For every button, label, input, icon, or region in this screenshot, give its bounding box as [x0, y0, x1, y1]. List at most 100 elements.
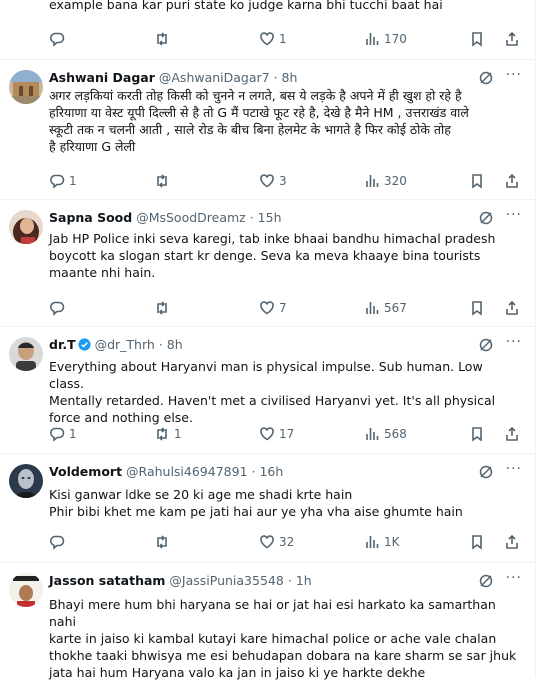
reply-icon	[50, 301, 65, 316]
tweet-text: अगर लड़कियां करती तोह किसी को चुनने न लग…	[49, 88, 469, 154]
tweet-header: Sapna Sood @MsSoodDreamz · 15h	[49, 210, 282, 226]
share-button[interactable]	[504, 424, 520, 444]
like-button[interactable]: 1	[259, 29, 287, 49]
avatar[interactable]	[9, 573, 43, 607]
user-handle[interactable]: @JassiPunia35548	[169, 573, 283, 588]
grok-icon[interactable]	[478, 573, 494, 589]
bookmark-button[interactable]	[469, 424, 485, 444]
retweet-button[interactable]	[154, 171, 174, 191]
timestamp[interactable]: · 15h	[250, 210, 282, 225]
views-icon	[366, 302, 379, 314]
display-name[interactable]: Jasson satatham	[49, 573, 165, 588]
retweet-button[interactable]	[154, 532, 174, 552]
heart-icon	[260, 32, 274, 46]
tweet-text: Bhayi mere hum bhi haryana se hai or jat…	[49, 597, 517, 680]
tweet[interactable]: Jasson satatham @JassiPunia35548 · 1h ··…	[0, 563, 536, 680]
display-name[interactable]: dr.T	[49, 337, 76, 352]
user-handle[interactable]: @dr_Thrh	[95, 337, 155, 352]
reply-button[interactable]	[49, 29, 69, 49]
like-button[interactable]: 32	[259, 532, 294, 552]
user-handle[interactable]: @Rahulsi46947891	[126, 464, 248, 479]
tweet-text: example bana kar puri state ko judge kar…	[49, 0, 443, 12]
reply-count: 1	[69, 174, 77, 188]
share-button[interactable]	[504, 171, 520, 191]
tweet-header: Ashwani Dagar @AshwaniDagar7 · 8h	[49, 70, 297, 86]
tweet[interactable]: Ashwani Dagar @AshwaniDagar7 · 8h ··· अग…	[0, 60, 536, 200]
tweet-actions: 1 1 17 568	[49, 424, 519, 444]
reply-icon	[50, 427, 65, 442]
share-icon	[506, 173, 518, 188]
reply-button[interactable]: 1	[49, 171, 77, 191]
bookmark-button[interactable]	[469, 171, 485, 191]
user-handle[interactable]: @AshwaniDagar7	[159, 70, 270, 85]
tweet[interactable]: Voldemort @Rahulsi46947891 · 16h ··· Kis…	[0, 454, 536, 563]
heart-icon	[260, 427, 274, 441]
like-button[interactable]: 7	[259, 298, 287, 318]
more-icon[interactable]: ···	[506, 570, 522, 586]
bookmark-icon	[472, 174, 482, 189]
reply-button[interactable]	[49, 532, 69, 552]
views-button[interactable]: 567	[364, 298, 407, 318]
share-icon	[506, 426, 518, 441]
views-count: 1K	[384, 535, 400, 549]
retweet-count: 1	[174, 427, 182, 441]
views-button[interactable]: 1K	[364, 532, 400, 552]
retweet-button[interactable]	[154, 29, 174, 49]
share-icon	[506, 534, 518, 549]
retweet-icon	[157, 535, 167, 549]
display-name[interactable]: Ashwani Dagar	[49, 70, 155, 85]
more-icon[interactable]: ···	[506, 207, 522, 223]
grok-icon[interactable]	[478, 464, 494, 480]
views-button[interactable]: 170	[364, 29, 407, 49]
share-button[interactable]	[504, 29, 520, 49]
bookmark-button[interactable]	[469, 298, 485, 318]
views-button[interactable]: 320	[364, 171, 407, 191]
heart-icon	[260, 301, 274, 315]
heart-icon	[260, 174, 274, 188]
grok-icon[interactable]	[478, 70, 494, 86]
views-icon	[366, 428, 379, 440]
tweet[interactable]: dr.T @dr_Thrh · 8h ··· Everything about …	[0, 327, 536, 454]
like-button[interactable]: 3	[259, 171, 287, 191]
share-button[interactable]	[504, 298, 520, 318]
user-handle[interactable]: @MsSoodDreamz	[136, 210, 246, 225]
share-button[interactable]	[504, 532, 520, 552]
tweet-top-partial[interactable]: example bana kar puri state ko judge kar…	[0, 0, 536, 60]
timestamp[interactable]: · 8h	[159, 337, 183, 352]
retweet-button[interactable]: 1	[154, 424, 182, 444]
views-button[interactable]: 568	[364, 424, 407, 444]
bookmark-icon	[472, 427, 482, 442]
tweet-text: Kisi ganwar ldke se 20 ki age me shadi k…	[49, 487, 463, 519]
reply-icon	[50, 174, 65, 189]
reply-button[interactable]	[49, 298, 69, 318]
more-icon[interactable]: ···	[506, 334, 522, 350]
avatar[interactable]	[9, 210, 43, 244]
avatar[interactable]	[9, 464, 43, 498]
grok-icon[interactable]	[478, 210, 494, 226]
timestamp[interactable]: · 16h	[252, 464, 284, 479]
grok-icon[interactable]	[478, 337, 494, 353]
tweet-header: dr.T @dr_Thrh · 8h	[49, 337, 183, 353]
more-icon[interactable]: ···	[506, 461, 522, 477]
bookmark-button[interactable]	[469, 532, 485, 552]
more-icon[interactable]: ···	[506, 67, 522, 83]
avatar[interactable]	[9, 70, 43, 104]
retweet-icon	[157, 174, 167, 188]
like-count: 7	[279, 301, 287, 315]
like-button[interactable]: 17	[259, 424, 294, 444]
tweet-actions: 32 1K	[49, 532, 519, 552]
timestamp[interactable]: · 1h	[288, 573, 312, 588]
tweet[interactable]: Sapna Sood @MsSoodDreamz · 15h ··· Jab H…	[0, 200, 536, 327]
avatar[interactable]	[9, 337, 43, 371]
views-icon	[366, 175, 379, 187]
tweet-header: Jasson satatham @JassiPunia35548 · 1h	[49, 573, 312, 589]
like-count: 3	[279, 174, 287, 188]
views-count: 568	[384, 427, 407, 441]
display-name[interactable]: Voldemort	[49, 464, 122, 479]
share-icon	[506, 31, 518, 46]
reply-button[interactable]: 1	[49, 424, 77, 444]
timestamp[interactable]: · 8h	[274, 70, 298, 85]
display-name[interactable]: Sapna Sood	[49, 210, 132, 225]
retweet-button[interactable]	[154, 298, 174, 318]
bookmark-button[interactable]	[469, 29, 485, 49]
